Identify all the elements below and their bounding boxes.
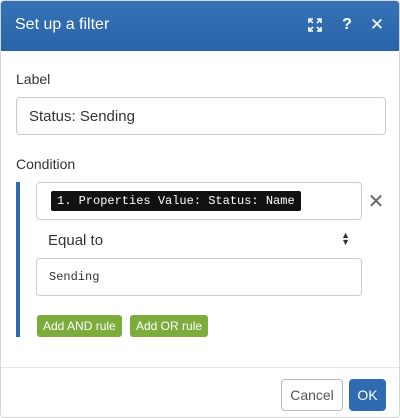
condition-group-bar [16, 182, 20, 337]
expand-icon[interactable] [304, 14, 326, 36]
remove-rule-icon[interactable]: ✕ [367, 192, 385, 212]
dialog-title: Set up a filter [15, 16, 110, 33]
dialog-header: Set up a filter ? ✕ [1, 1, 399, 51]
operator-select[interactable]: Equal to ▲ ▼ [36, 227, 362, 253]
second-operand-field[interactable]: Sending [36, 258, 362, 296]
add-or-rule-button[interactable]: Add OR rule [130, 315, 209, 337]
select-caret-icon: ▲ ▼ [341, 230, 350, 247]
filter-dialog: Set up a filter ? ✕ Label Status: Sendin… [0, 0, 400, 418]
close-icon[interactable]: ✕ [366, 14, 388, 36]
ok-button[interactable]: OK [349, 379, 386, 411]
mapped-variable-pill[interactable]: 1. Properties Value: Status: Name [51, 191, 301, 211]
operator-value: Equal to [48, 231, 104, 249]
label-input[interactable]: Status: Sending [16, 97, 386, 135]
add-and-rule-button[interactable]: Add AND rule [37, 315, 122, 337]
first-operand-field[interactable]: 1. Properties Value: Status: Name [36, 182, 362, 220]
cancel-button[interactable]: Cancel [281, 379, 343, 411]
label-field-label: Label [16, 71, 51, 87]
condition-label: Condition [16, 156, 76, 172]
help-icon[interactable]: ? [336, 14, 358, 36]
